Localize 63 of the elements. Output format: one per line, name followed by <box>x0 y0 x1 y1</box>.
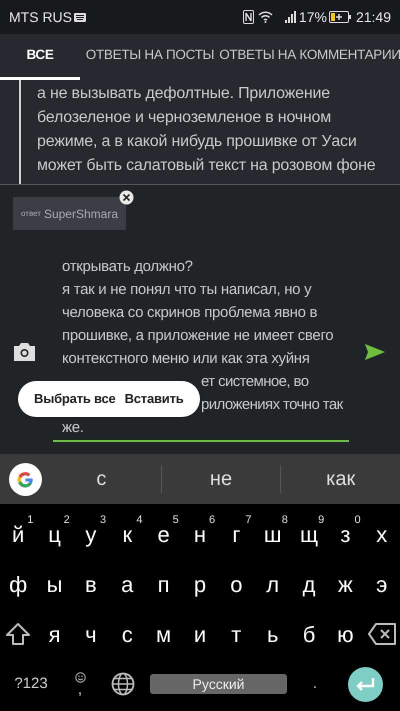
close-icon[interactable] <box>119 190 134 205</box>
key-hint: 5 <box>172 513 179 528</box>
battery-icon <box>328 11 351 23</box>
key[interactable]: в <box>72 559 110 609</box>
camera-icon[interactable] <box>13 342 36 362</box>
key[interactable]: п <box>145 559 182 609</box>
key-hint: 3 <box>100 513 106 528</box>
key[interactable]: ж <box>327 559 364 609</box>
key[interactable]: а <box>109 559 146 609</box>
key[interactable]: ч <box>72 609 110 659</box>
reply-username: SuperShmara <box>44 206 118 222</box>
emoji-icon <box>74 672 86 682</box>
key[interactable]: ф <box>0 559 36 609</box>
key[interactable]: о <box>218 559 255 609</box>
key[interactable]: г 7 <box>218 509 255 559</box>
key[interactable]: э <box>364 559 400 609</box>
google-logo-icon[interactable] <box>9 462 42 496</box>
post-text: а не вызывать дефолтные. Приложение белозеленое и черноземленое в ночном режиме, а в какой нибудь прошивке от Уаси может быть салатовый текст на розовом фоне <box>37 84 376 176</box>
space-bar[interactable]: Русский <box>150 674 287 694</box>
key[interactable]: б <box>290 609 328 659</box>
key-hint: 4 <box>136 513 142 528</box>
key[interactable]: с <box>109 609 146 659</box>
key[interactable]: м <box>145 609 182 659</box>
key[interactable]: ю <box>327 609 364 659</box>
key[interactable]: и <box>182 609 218 659</box>
comma-key[interactable]: , <box>78 682 82 696</box>
key[interactable]: ы <box>36 559 73 609</box>
key[interactable]: л <box>254 559 291 609</box>
key[interactable]: ь <box>254 609 291 659</box>
wifi-icon <box>258 11 273 23</box>
key-hint: 2 <box>64 513 70 528</box>
nfc-icon <box>242 10 254 24</box>
period-key[interactable]: . <box>287 672 343 696</box>
suggestion[interactable]: не <box>162 464 280 494</box>
send-icon[interactable] <box>365 344 385 360</box>
key-hint: 7 <box>245 513 252 528</box>
reply-chip[interactable]: ответ SuperShmara <box>13 197 126 230</box>
tab[interactable]: ОТВЕТЫ НА КОММЕНТАРИИ <box>220 34 400 80</box>
key-hint: 1 <box>27 513 34 528</box>
key-hint: 0 <box>354 513 361 528</box>
enter-key-icon[interactable] <box>348 666 383 702</box>
suggestion[interactable]: как <box>281 464 400 494</box>
keyboard-icon <box>74 12 86 22</box>
suggestion[interactable]: с <box>42 464 161 494</box>
backspace-icon[interactable] <box>368 623 396 645</box>
key[interactable]: я <box>36 609 73 659</box>
signal-icon <box>284 11 297 23</box>
tab[interactable]: ОТВЕТЫ НА ПОСТЫ <box>80 34 220 80</box>
symbols-key[interactable]: ?123 <box>0 672 62 696</box>
key-hint: 9 <box>318 513 324 528</box>
key[interactable]: д <box>290 559 328 609</box>
reply-label: ответ <box>21 208 41 220</box>
clock-time: 21:49 <box>356 8 391 26</box>
key[interactable]: х <box>364 509 400 559</box>
carrier-name: MTS RUS <box>9 8 72 26</box>
globe-icon[interactable] <box>111 672 135 696</box>
key-hint: 6 <box>209 513 216 528</box>
menu-item[interactable]: Вставить <box>124 389 184 409</box>
key-hint: 8 <box>282 513 288 528</box>
key[interactable]: т <box>218 609 255 659</box>
key[interactable]: р <box>182 559 218 609</box>
shift-icon[interactable] <box>5 622 32 646</box>
battery-percent: 17% <box>298 8 327 26</box>
